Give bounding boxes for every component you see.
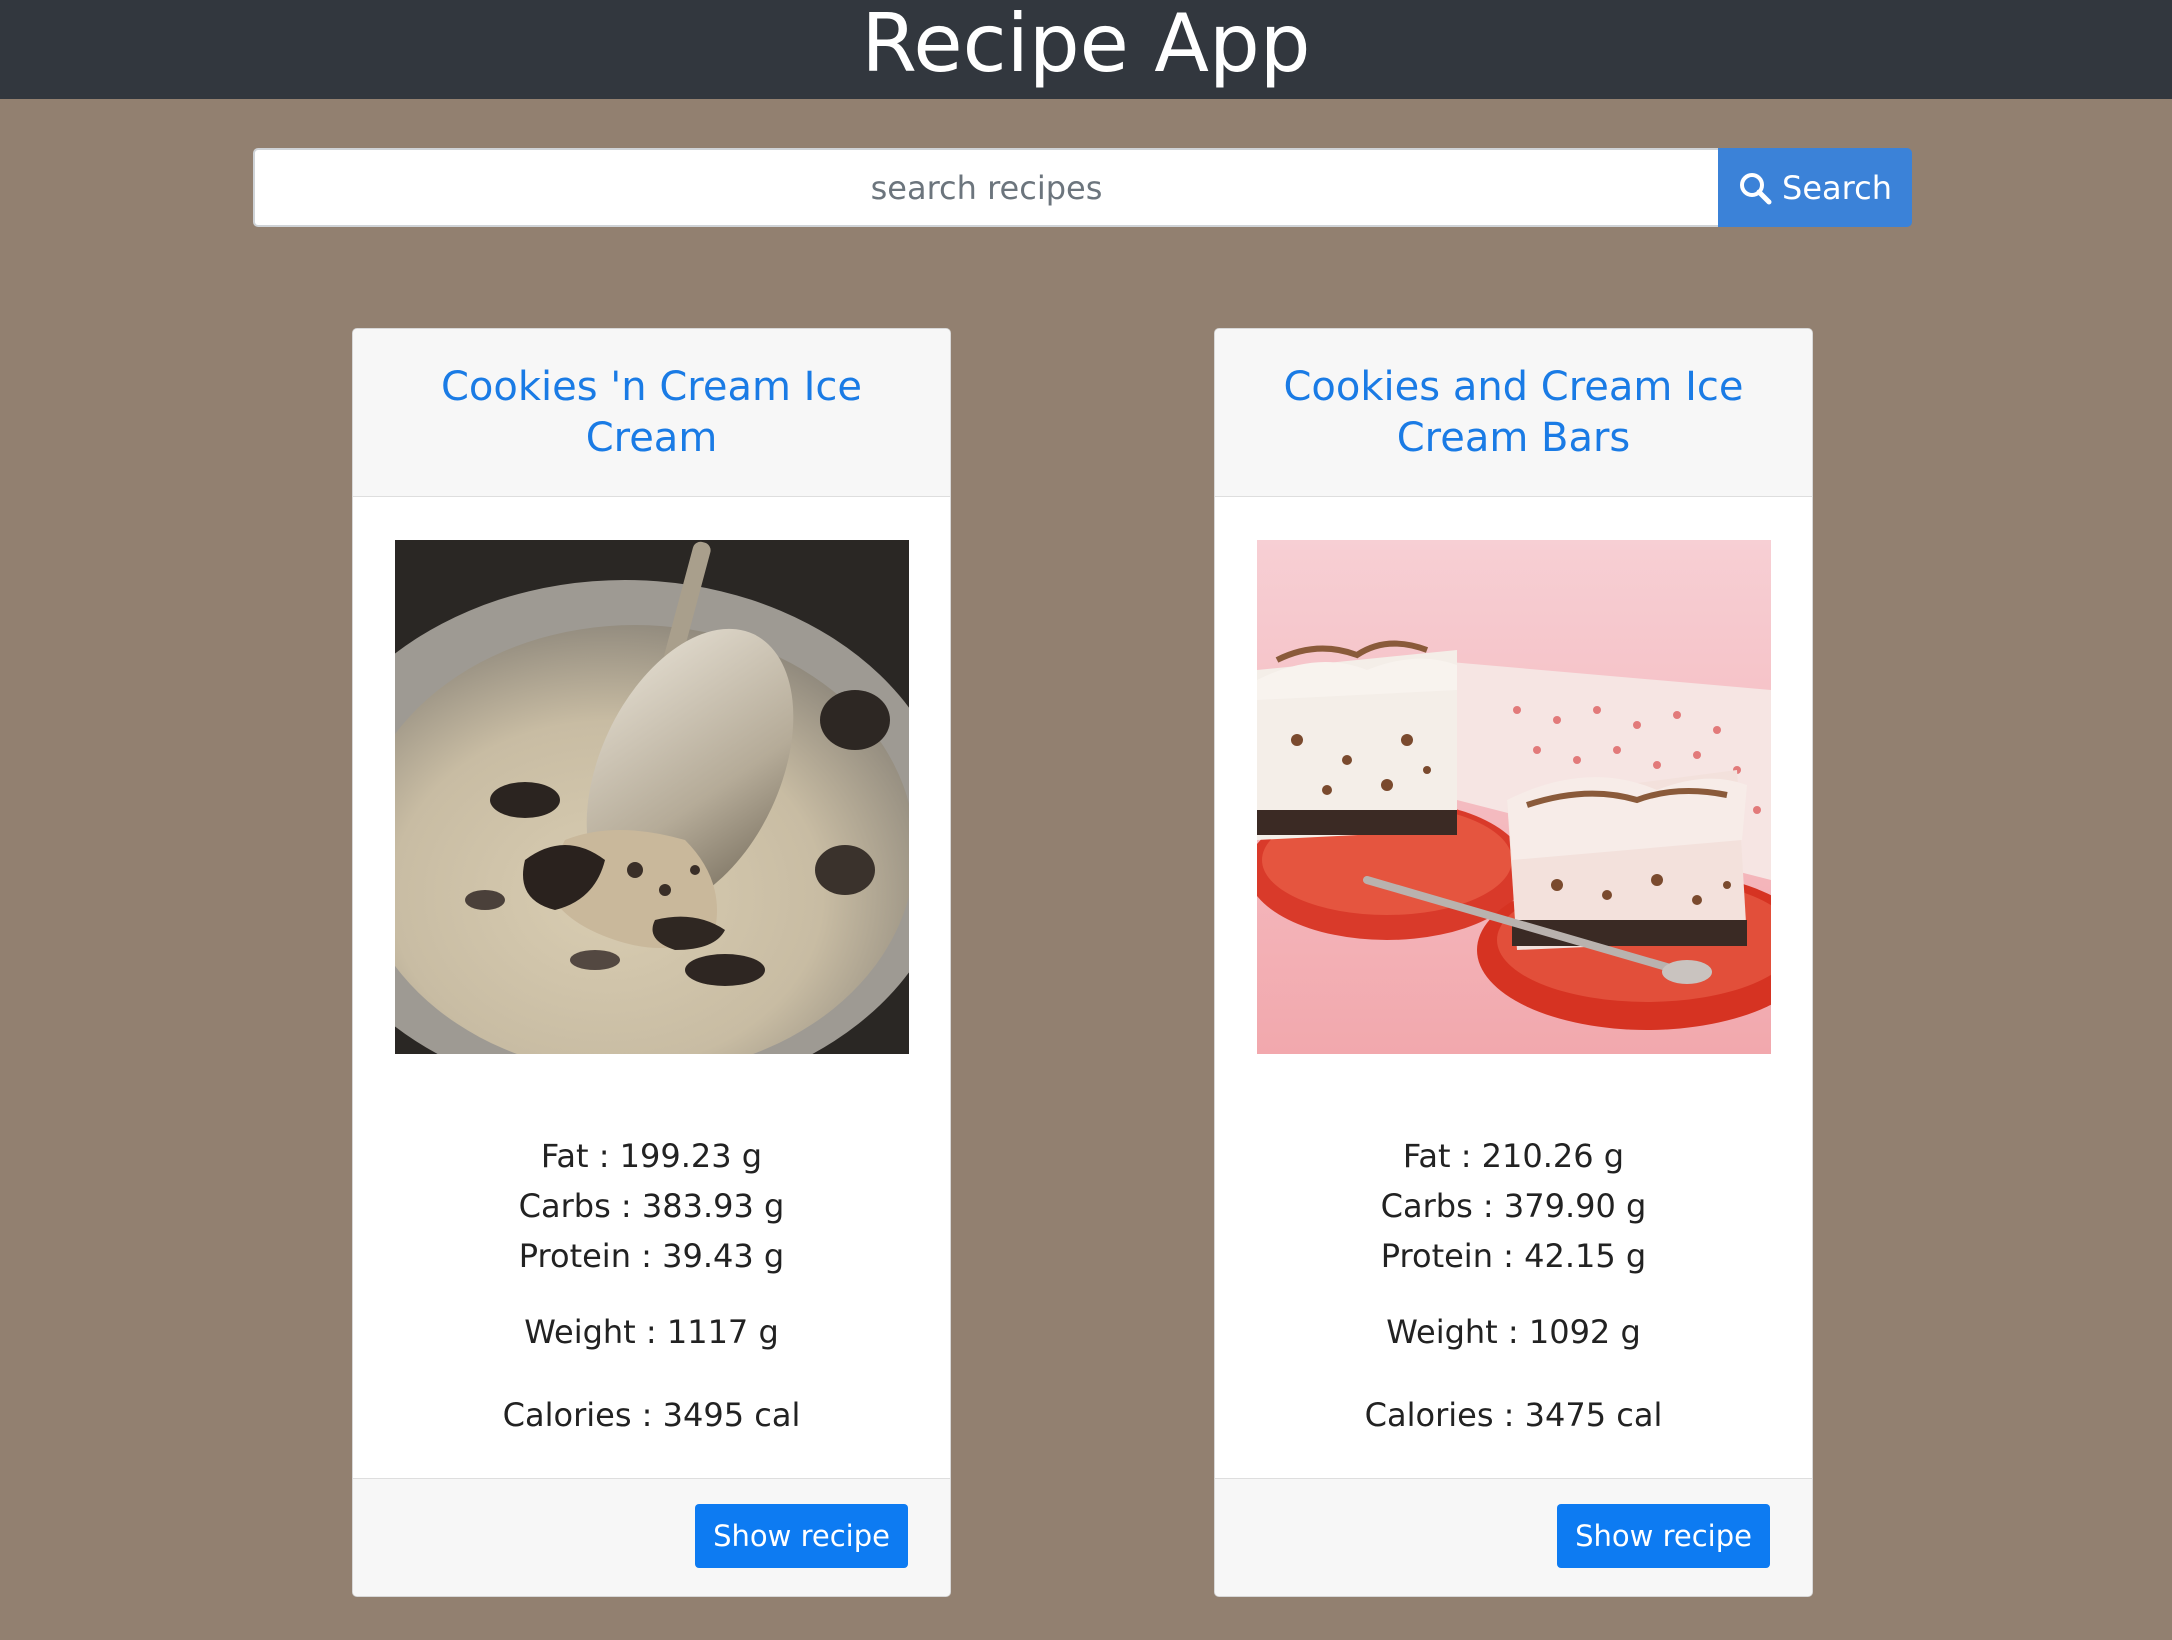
recipe-macros: Fat : 199.23 g Carbs : 383.93 g Protein … [353, 1131, 950, 1281]
search-button-label: Search [1782, 168, 1892, 207]
recipe-image [395, 540, 909, 1054]
recipe-title[interactable]: Cookies 'n Cream Ice Cream [393, 362, 910, 464]
recipe-card-header: Cookies and Cream Ice Cream Bars [1215, 329, 1812, 497]
app-title: Recipe App [861, 0, 1311, 90]
recipe-card-footer: Show recipe [1215, 1478, 1812, 1596]
calories-value: Calories : 3495 cal [502, 1396, 801, 1434]
recipe-card-footer: Show recipe [353, 1478, 950, 1596]
protein-value: Protein : 39.43 g [518, 1237, 785, 1275]
fat-value: Fat : 210.26 g [1402, 1137, 1625, 1175]
protein-value: Protein : 42.15 g [1380, 1237, 1647, 1275]
recipe-title[interactable]: Cookies and Cream Ice Cream Bars [1255, 362, 1772, 464]
carbs-value: Carbs : 383.93 g [518, 1187, 785, 1225]
recipe-card-header: Cookies 'n Cream Ice Cream [353, 329, 950, 497]
carbs-value: Carbs : 379.90 g [1380, 1187, 1647, 1225]
weight-value: Weight : 1092 g [1386, 1313, 1641, 1351]
fat-value: Fat : 199.23 g [540, 1137, 763, 1175]
app-header: Recipe App [0, 0, 2172, 99]
show-recipe-button[interactable]: Show recipe [1557, 1504, 1770, 1568]
recipe-image [1257, 540, 1771, 1054]
recipe-card: Cookies 'n Cream Ice Cream Fat: 199.23 … [352, 328, 951, 1597]
recipe-weight: Weight : 1092 g [1215, 1313, 1812, 1351]
recipe-calories: Calories : 3495 cal [353, 1396, 950, 1434]
search-icon [1738, 171, 1772, 205]
recipe-weight: Weight : 1117 g [353, 1313, 950, 1351]
search-button[interactable]: Search [1718, 148, 1912, 227]
recipe-calories: Calories : 3475 cal [1215, 1396, 1812, 1434]
show-recipe-button[interactable]: Show recipe [695, 1504, 908, 1568]
search-form: Search [253, 148, 1912, 227]
search-input[interactable] [253, 148, 1718, 227]
recipe-macros: Fat : 210.26 g Carbs : 379.90 g Protein … [1215, 1131, 1812, 1281]
calories-value: Calories : 3475 cal [1364, 1396, 1663, 1434]
weight-value: Weight : 1117 g [524, 1313, 779, 1351]
recipe-card: Cookies and Cream Ice Cream Bars Fat: 2… [1214, 328, 1813, 1597]
